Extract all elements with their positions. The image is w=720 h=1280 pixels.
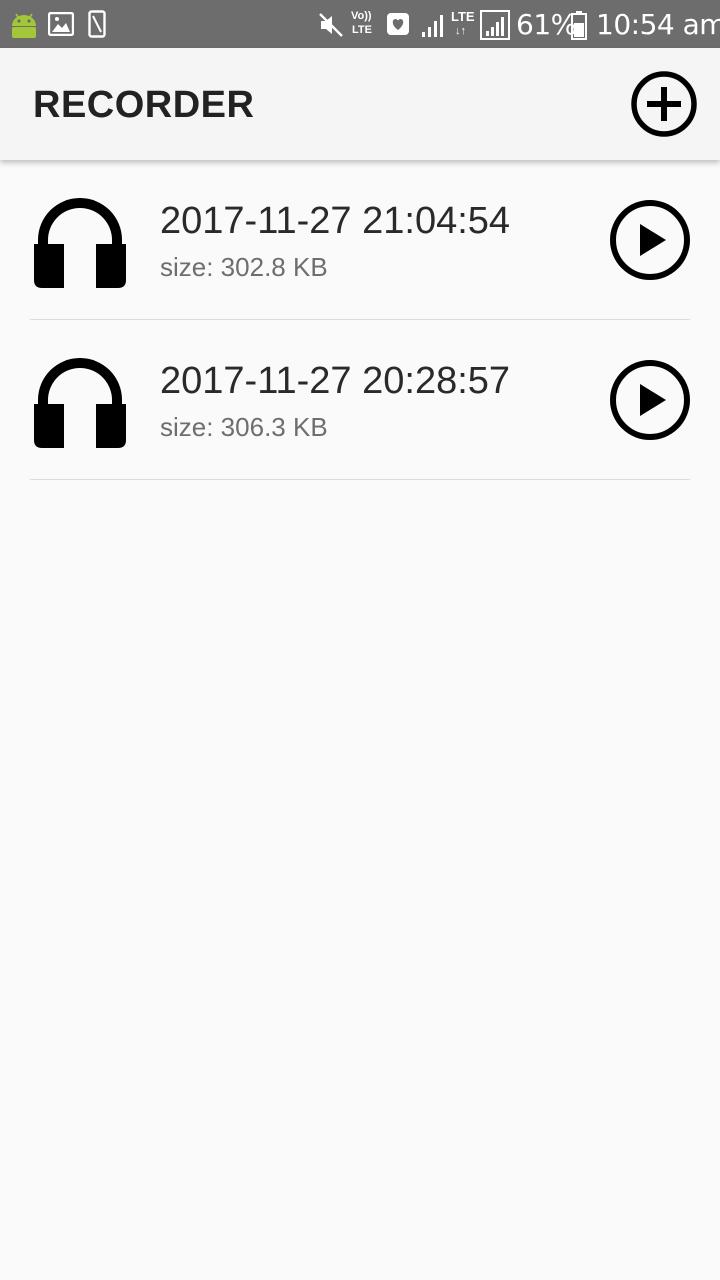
add-circle-icon[interactable] — [628, 68, 700, 140]
image-icon — [48, 12, 74, 36]
battery-icon — [571, 11, 587, 40]
page-title: RECORDER — [33, 84, 255, 126]
clock: 10:54 am — [596, 8, 720, 41]
divider — [30, 479, 690, 480]
recording-size: size: 306.3 KB — [160, 412, 328, 442]
signal-icon — [480, 10, 510, 40]
recording-size: size: 302.8 KB — [160, 252, 328, 282]
headphones-icon — [34, 358, 126, 448]
recording-title: 2017-11-27 21:04:54 — [160, 200, 511, 242]
android-icon — [12, 13, 36, 38]
recording-title: 2017-11-27 20:28:57 — [160, 360, 511, 402]
mute-icon — [319, 13, 343, 37]
lte-icon: LTE ↓↑ — [451, 9, 475, 38]
list-item[interactable]: 2017-11-27 21:04:54 size: 302.8 KB — [0, 160, 720, 320]
battery-percent: 61% — [516, 8, 577, 41]
volte-icon: Vo)) LTE — [351, 10, 372, 36]
heart-message-icon — [387, 13, 409, 35]
signal-icon — [422, 15, 443, 37]
play-circle-icon[interactable] — [608, 198, 692, 282]
phone-frame-icon — [88, 10, 106, 38]
play-circle-icon[interactable] — [608, 358, 692, 442]
status-bar: Vo)) LTE LTE ↓↑ 61% 10:54 am — [0, 0, 720, 48]
app-bar: RECORDER — [0, 48, 720, 160]
headphones-icon — [34, 198, 126, 288]
recording-list: 2017-11-27 21:04:54 size: 302.8 KB 2017-… — [0, 160, 720, 480]
list-item[interactable]: 2017-11-27 20:28:57 size: 306.3 KB — [0, 320, 720, 480]
